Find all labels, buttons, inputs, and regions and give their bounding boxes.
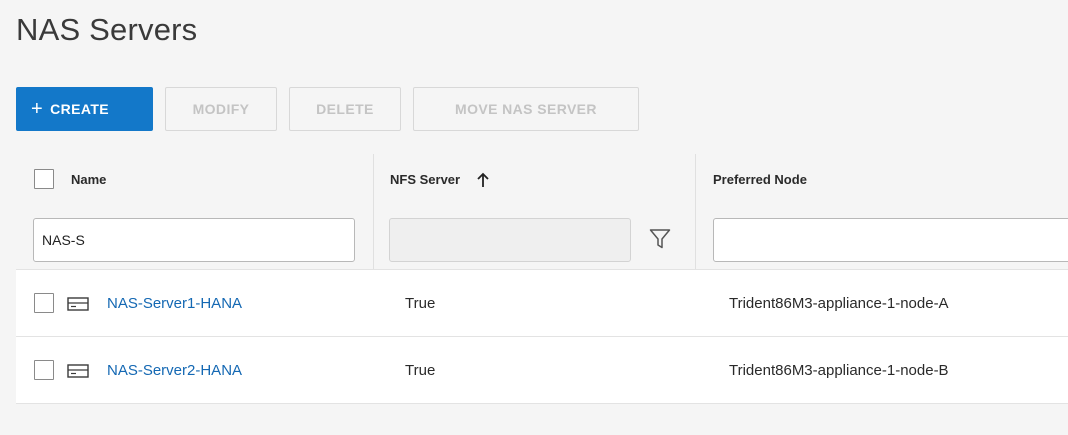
plus-icon: + [31, 98, 44, 120]
column-header-nfs-server[interactable]: NFS Server [390, 172, 460, 187]
column-divider[interactable] [695, 154, 696, 269]
nfs-server-cell: True [405, 362, 436, 379]
table-header: Name NFS Server Preferred Node [16, 154, 1068, 270]
preferred-node-cell: Trident86M3-appliance-1-node-B [729, 362, 949, 379]
nas-server-icon [67, 297, 89, 311]
preferred-node-cell: Trident86M3-appliance-1-node-A [729, 295, 949, 312]
nas-servers-page: NAS Servers + CREATE MODIFY DELETE MOVE … [0, 0, 1068, 435]
nas-servers-table: Name NFS Server Preferred Node NAS-S NAS… [16, 154, 1068, 404]
create-button[interactable]: + CREATE [16, 87, 153, 131]
nfs-server-cell: True [405, 295, 436, 312]
toolbar: + CREATE MODIFY DELETE MOVE NAS SERVER [16, 87, 639, 131]
table-row[interactable]: NAS-Server1-HANA True Trident86M3-applia… [16, 270, 1068, 337]
row-checkbox[interactable] [34, 293, 54, 313]
table-row[interactable]: NAS-Server2-HANA True Trident86M3-applia… [16, 337, 1068, 404]
page-title: NAS Servers [16, 12, 198, 47]
modify-button[interactable]: MODIFY [165, 87, 277, 131]
nfs-server-filter-input [389, 218, 631, 262]
nas-server-name-link[interactable]: NAS-Server2-HANA [107, 362, 242, 379]
filter-icon[interactable] [649, 228, 671, 250]
delete-button[interactable]: DELETE [289, 87, 401, 131]
create-button-label: CREATE [50, 101, 110, 117]
preferred-node-filter-input[interactable] [713, 218, 1068, 262]
modify-button-label: MODIFY [192, 101, 250, 117]
column-header-preferred-node[interactable]: Preferred Node [713, 172, 807, 187]
nas-server-icon [67, 364, 89, 378]
sort-ascending-icon[interactable] [476, 172, 490, 188]
row-checkbox[interactable] [34, 360, 54, 380]
name-filter-input[interactable] [33, 218, 355, 262]
column-divider[interactable] [373, 154, 374, 269]
delete-button-label: DELETE [316, 101, 374, 117]
column-header-name[interactable]: Name [71, 172, 106, 187]
select-all-checkbox[interactable] [34, 169, 54, 189]
move-nas-server-button-label: MOVE NAS SERVER [455, 101, 597, 117]
nas-server-name-link[interactable]: NAS-Server1-HANA [107, 295, 242, 312]
move-nas-server-button[interactable]: MOVE NAS SERVER [413, 87, 639, 131]
